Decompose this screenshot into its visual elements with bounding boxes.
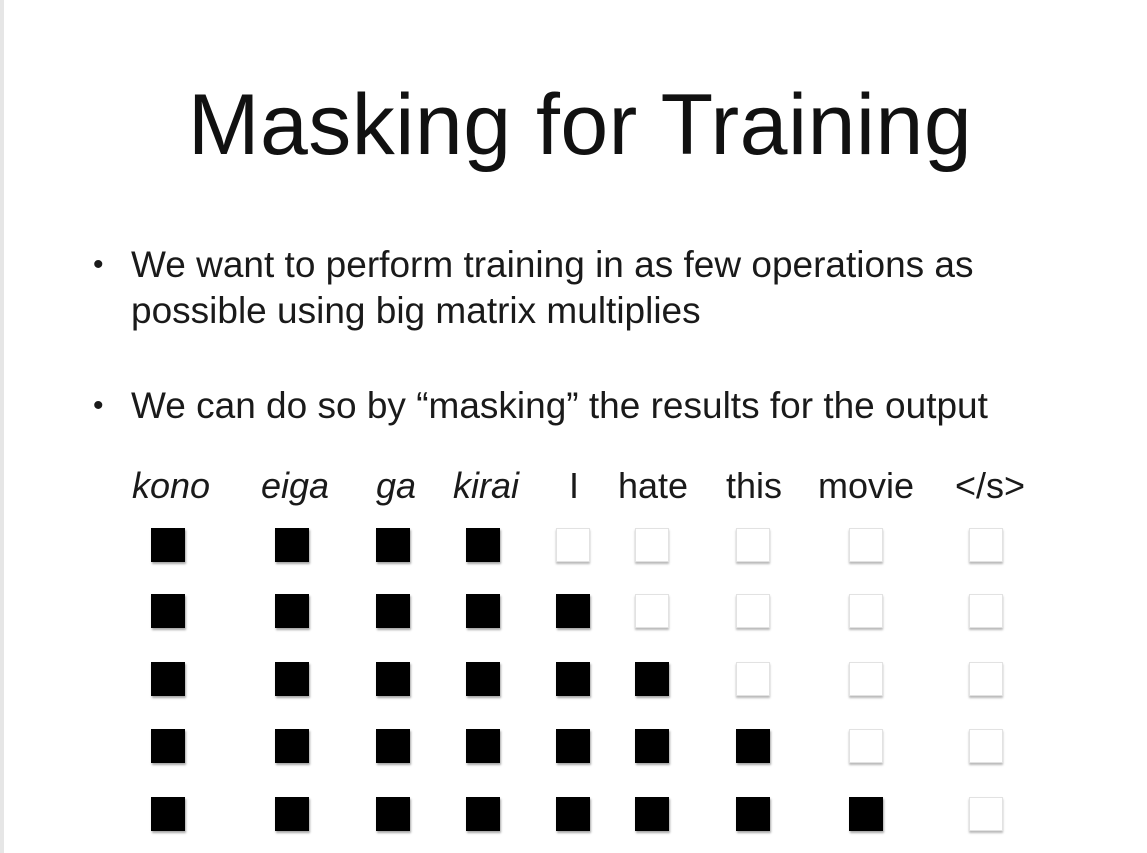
mask-cell-visible <box>151 662 185 696</box>
mask-cell-masked <box>635 594 669 628</box>
mask-cell-visible <box>466 729 500 763</box>
mask-cell-visible <box>556 594 590 628</box>
mask-cell-masked <box>736 528 770 562</box>
mask-cell-visible <box>275 729 309 763</box>
mask-cell-visible <box>275 594 309 628</box>
mask-cell-visible <box>849 797 883 831</box>
mask-cell-masked <box>849 528 883 562</box>
mask-cell-visible <box>736 729 770 763</box>
mask-cell-visible <box>376 729 410 763</box>
mask-cell-masked <box>556 528 590 562</box>
mask-cell-visible <box>376 594 410 628</box>
mask-cell-visible <box>466 662 500 696</box>
mask-cell-masked <box>736 662 770 696</box>
mask-cell-visible <box>275 662 309 696</box>
mask-cell-visible <box>635 729 669 763</box>
mask-cell-masked <box>969 528 1003 562</box>
mask-cell-visible <box>376 797 410 831</box>
mask-cell-visible <box>466 797 500 831</box>
mask-cell-visible <box>151 528 185 562</box>
mask-cell-masked <box>969 594 1003 628</box>
column-word: ga <box>375 465 417 506</box>
mask-cell-masked <box>849 729 883 763</box>
mask-cell-visible <box>556 797 590 831</box>
bullet-text-line: We can do so by “masking” the results fo… <box>131 385 988 426</box>
mask-cell-visible <box>635 797 669 831</box>
column-word: </s> <box>954 465 1026 506</box>
mask-cell-masked <box>849 662 883 696</box>
mask-cell-visible <box>635 662 669 696</box>
mask-cell-masked <box>849 594 883 628</box>
column-word: eiga <box>260 465 330 506</box>
mask-cell-visible <box>151 594 185 628</box>
column-word: I <box>568 465 580 506</box>
column-word: hate <box>617 465 689 506</box>
mask-cell-masked <box>969 797 1003 831</box>
column-word: kono <box>131 465 211 506</box>
mask-cell-masked <box>969 729 1003 763</box>
mask-cell-visible <box>275 528 309 562</box>
slide-title: Masking for Training <box>187 77 973 173</box>
mask-cell-visible <box>376 662 410 696</box>
mask-cell-masked <box>736 594 770 628</box>
mask-cell-masked <box>635 528 669 562</box>
mask-cell-visible <box>376 528 410 562</box>
mask-cell-masked <box>969 662 1003 696</box>
mask-cell-visible <box>556 662 590 696</box>
bullet-dot-icon: • <box>93 248 104 281</box>
bullet-text-line: We want to perform training in as few op… <box>131 244 974 285</box>
column-word: kirai <box>452 465 520 506</box>
bullet-dot-icon: • <box>93 389 104 422</box>
mask-cell-visible <box>151 729 185 763</box>
column-word: this <box>725 465 783 506</box>
mask-cell-visible <box>151 797 185 831</box>
mask-cell-visible <box>466 528 500 562</box>
column-word: movie <box>817 465 915 506</box>
mask-cell-visible <box>466 594 500 628</box>
mask-cell-visible <box>736 797 770 831</box>
bullet-text-line: possible using big matrix multiplies <box>131 290 701 331</box>
mask-cell-visible <box>556 729 590 763</box>
mask-cell-visible <box>275 797 309 831</box>
